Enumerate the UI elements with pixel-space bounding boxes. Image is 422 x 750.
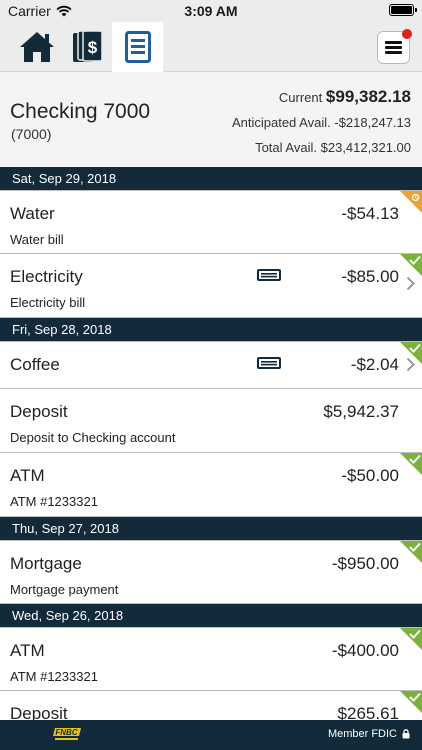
transaction-description: ATM [10,641,45,660]
transaction-row[interactable]: Coffee -$2.04 [0,341,422,389]
tab-accounts[interactable]: $ [62,22,112,72]
transaction-memo: ATM #1233321 [10,494,98,509]
transaction-amount: -$85.00 [341,267,399,286]
cleared-status-icon [400,453,422,475]
transaction-memo: Water bill [10,232,64,247]
anticipated-balance-value: -$218,247.13 [334,115,411,130]
money-icon: $ [73,30,103,62]
transaction-description: Water [10,204,55,223]
transaction-description: Deposit [10,704,68,720]
transaction-amount: $5,942.37 [323,402,399,421]
anticipated-balance: Anticipated Avail. -$218,247.13 [232,115,411,130]
top-nav: $ [0,22,422,72]
lock-icon [402,729,410,739]
transaction-memo: Deposit to Checking account [10,430,176,445]
chevron-right-icon[interactable] [406,357,415,377]
svg-text:$: $ [88,38,98,57]
cleared-status-icon [400,628,422,650]
date-header: Thu, Sep 27, 2018 [0,517,422,540]
chevron-right-icon[interactable] [406,276,415,296]
pending-status-icon [400,191,422,213]
transaction-row[interactable]: ATM ATM #1233321 -$50.00 [0,453,422,517]
current-balance: Current $99,382.18 [279,87,411,107]
transaction-row[interactable]: Water Water bill -$54.13 [0,190,422,254]
member-fdic: Member FDIC [328,728,410,740]
cleared-status-icon [400,691,422,713]
footer-bar: FNBC Member FDIC [0,720,422,750]
cleared-status-icon [400,541,422,563]
transaction-description: Deposit [10,402,68,421]
transaction-row[interactable]: Mortgage Mortgage payment -$950.00 [0,540,422,604]
home-icon [20,32,54,62]
notification-dot [402,29,412,39]
clock: 3:09 AM [184,3,238,19]
card-icon [257,356,281,374]
transaction-row[interactable]: Deposit Deposit to Checking account $5,9… [0,389,422,453]
anticipated-balance-label: Anticipated Avail. [231,115,331,130]
cleared-status-icon [400,254,422,276]
tab-register[interactable] [112,22,163,72]
current-balance-value: $99,382.18 [325,87,411,106]
date-header: Fri, Sep 28, 2018 [0,318,422,341]
transaction-amount: -$950.00 [331,554,399,573]
menu-button[interactable] [377,29,412,64]
status-bar: Carrier 3:09 AM [0,0,422,22]
member-fdic-label: Member FDIC [327,728,397,740]
date-header: Wed, Sep 26, 2018 [0,604,422,627]
transaction-memo: Mortgage payment [10,582,119,597]
bank-logo: FNBC [53,728,81,740]
transaction-row[interactable]: Electricity Electricity bill -$85.00 [0,254,422,318]
transaction-amount: -$50.00 [341,466,399,485]
transaction-row[interactable]: ATM ATM #1233321 -$400.00 [0,627,422,691]
transaction-amount: -$400.00 [331,641,399,660]
transaction-amount: -$2.04 [350,355,399,374]
hamburger-menu-icon [385,41,402,54]
transaction-memo: ATM #1233321 [10,669,98,684]
card-icon [257,268,281,286]
register-icon [124,31,151,63]
transaction-memo: Electricity bill [10,295,86,310]
date-header: Sat, Sep 29, 2018 [0,167,422,190]
total-balance-value: $23,412,321.00 [320,140,411,155]
transaction-description: ATM [10,466,45,485]
tab-home[interactable] [12,22,62,72]
transaction-amount: -$54.13 [341,204,399,223]
bank-logo-text: FNBC [55,728,77,737]
transaction-row[interactable]: Deposit $265.61 [0,691,422,720]
total-balance-label: Total Avail. [255,140,317,155]
battery-icon [389,4,417,16]
transaction-amount: $265.61 [337,704,399,720]
transaction-description: Coffee [10,355,60,374]
current-balance-label: Current [278,90,323,105]
transaction-description: Mortgage [10,554,82,573]
account-number: (7000) [11,126,52,142]
transaction-list[interactable]: Sat, Sep 29, 2018 Water Water bill -$54.… [0,167,422,720]
account-summary: Checking 7000 (7000) Current $99,382.18 … [0,72,422,167]
transaction-description: Electricity [10,267,83,286]
account-name: Checking 7000 [10,100,151,123]
total-balance: Total Avail. $23,412,321.00 [255,140,411,155]
